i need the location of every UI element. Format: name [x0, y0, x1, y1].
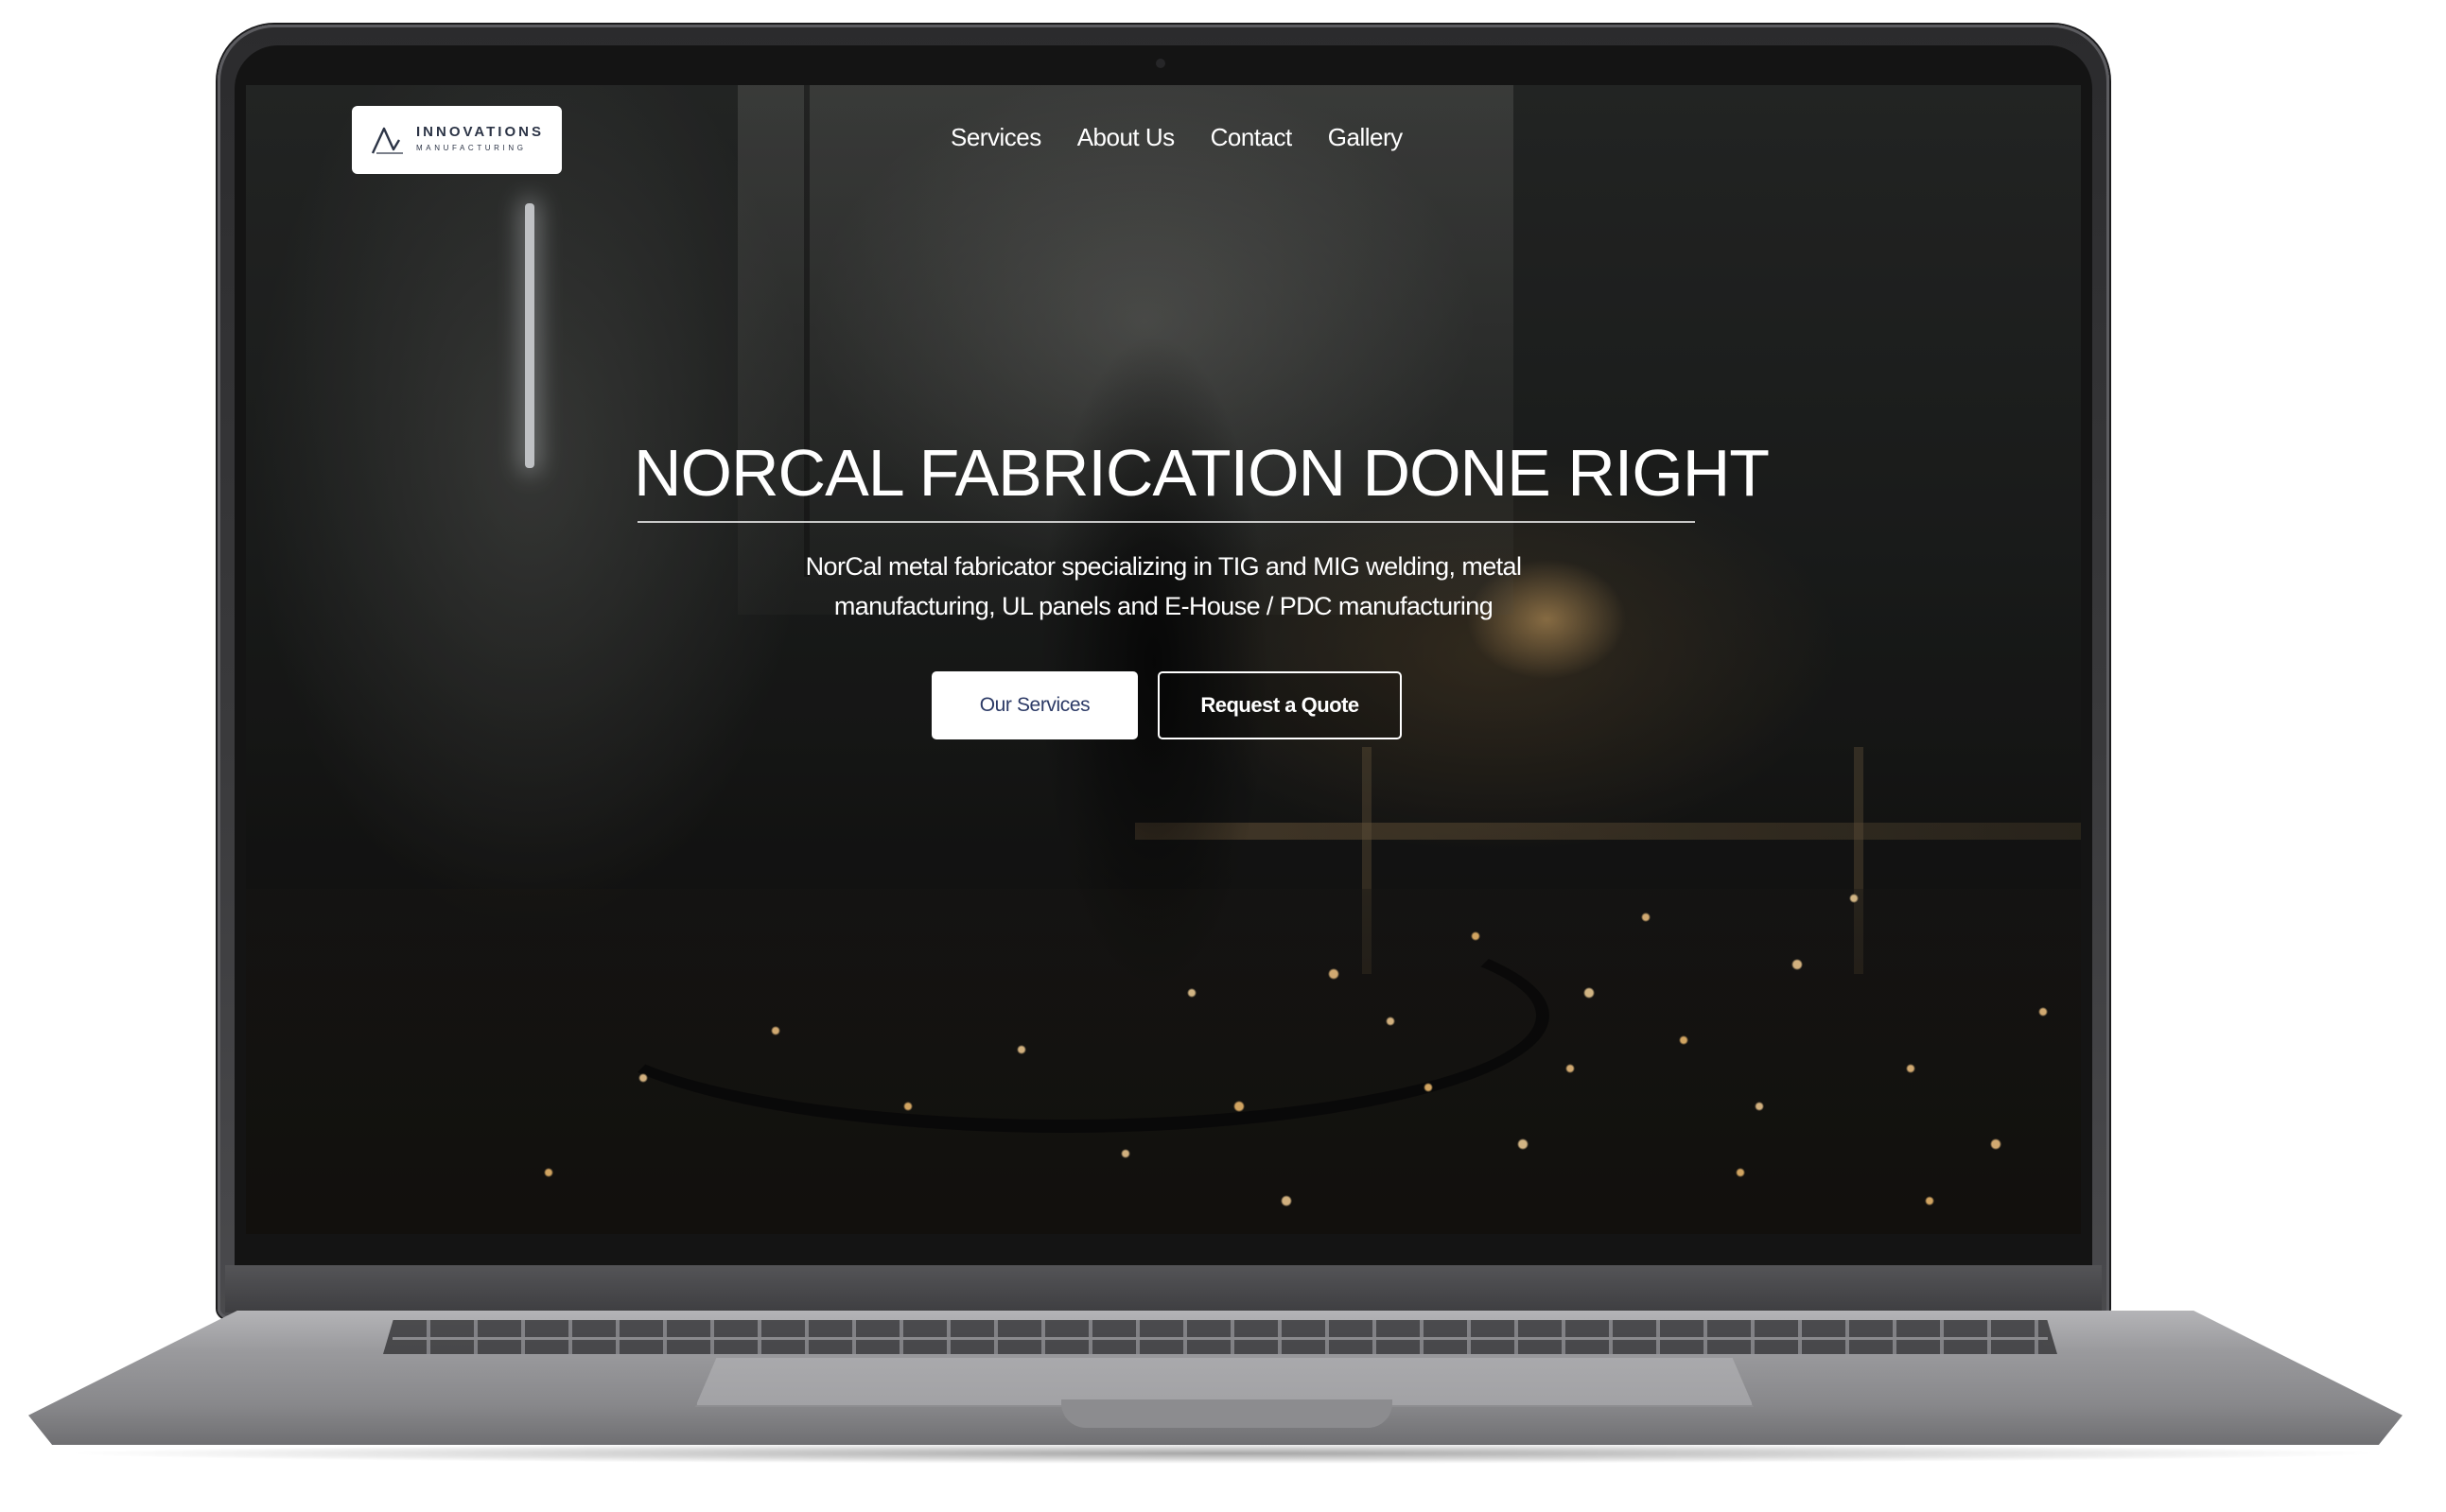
nav-link-about-us[interactable]: About Us: [1077, 123, 1175, 161]
main-nav: Services About Us Contact Gallery: [951, 123, 1403, 161]
hero-subtitle: NorCal metal fabricator specializing in …: [757, 547, 1570, 626]
nav-link-contact[interactable]: Contact: [1211, 123, 1293, 161]
hero-divider: [638, 521, 1695, 523]
keyboard-row-divider: [393, 1337, 2048, 1340]
logo-mark-icon: [371, 127, 403, 154]
request-quote-button[interactable]: Request a Quote: [1158, 671, 1402, 739]
logo-name: INNOVATIONS: [416, 124, 544, 140]
laptop-chin: [225, 1265, 2102, 1312]
hero-overlay: [246, 85, 2081, 1234]
nav-link-services[interactable]: Services: [951, 123, 1041, 161]
our-services-button[interactable]: Our Services: [932, 671, 1138, 739]
hero-title: NORCAL FABRICATION DONE RIGHT: [634, 436, 1770, 510]
laptop-notch: [1061, 1399, 1392, 1428]
laptop-shadow: [57, 1443, 2389, 1464]
hero-subtitle-line: manufacturing, UL panels and E-House / P…: [833, 592, 1494, 620]
site-logo[interactable]: INNOVATIONS MANUFACTURING: [352, 106, 562, 174]
camera-icon: [1156, 59, 1165, 68]
website-screen: INNOVATIONS MANUFACTURING Services About…: [246, 85, 2081, 1234]
hero-subtitle-line: NorCal metal fabricator specializing in …: [805, 552, 1522, 581]
nav-link-gallery[interactable]: Gallery: [1328, 123, 1403, 161]
logo-tagline: MANUFACTURING: [416, 144, 527, 152]
